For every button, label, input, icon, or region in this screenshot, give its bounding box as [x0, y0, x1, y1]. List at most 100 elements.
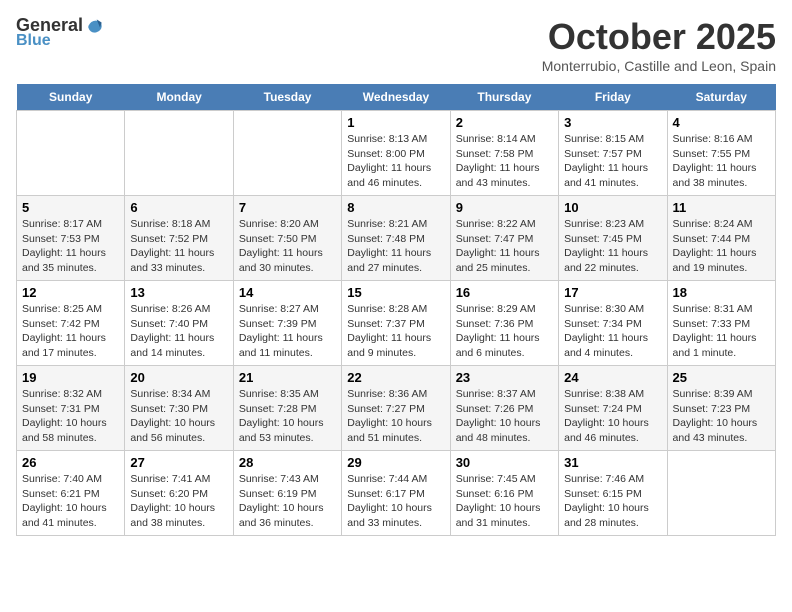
calendar-cell: 20Sunrise: 8:34 AMSunset: 7:30 PMDayligh… — [125, 366, 233, 451]
cell-info: Sunrise: 8:22 AMSunset: 7:47 PMDaylight:… — [456, 217, 553, 276]
cell-info: Sunrise: 8:30 AMSunset: 7:34 PMDaylight:… — [564, 302, 661, 361]
calendar-cell — [17, 111, 125, 196]
date-number: 8 — [347, 200, 444, 215]
cell-info: Sunrise: 8:39 AMSunset: 7:23 PMDaylight:… — [673, 387, 770, 446]
date-number: 10 — [564, 200, 661, 215]
cell-info: Sunrise: 8:21 AMSunset: 7:48 PMDaylight:… — [347, 217, 444, 276]
date-number: 18 — [673, 285, 770, 300]
calendar-cell: 28 Sunrise: 7:43 AMSunset: 6:19 PMDayligh… — [233, 451, 341, 536]
month-title: October 2025 — [542, 16, 776, 58]
cell-info: Sunrise: 8:18 AMSunset: 7:52 PMDaylight:… — [130, 217, 227, 276]
page-header: General Blue October 2025 Monterrubio, C… — [16, 16, 776, 74]
date-number: 1 — [347, 115, 444, 130]
calendar-cell: 17 Sunrise: 8:30 AMSunset: 7:34 PMDayligh… — [559, 281, 667, 366]
cell-info: Sunrise: 8:34 AMSunset: 7:30 PMDaylight:… — [130, 387, 227, 446]
week-row-4: 19Sunrise: 8:32 AMSunset: 7:31 PMDayligh… — [17, 366, 776, 451]
date-number: 7 — [239, 200, 336, 215]
weekday-sunday: Sunday — [17, 84, 125, 111]
logo: General Blue — [16, 16, 105, 50]
cell-info: Sunrise: 8:37 AMSunset: 7:26 PMDaylight:… — [456, 387, 553, 446]
calendar-cell: 8 Sunrise: 8:21 AMSunset: 7:48 PMDaylight… — [342, 196, 450, 281]
date-number: 11 — [673, 200, 770, 215]
cell-info: Sunrise: 7:44 AMSunset: 6:17 PMDaylight:… — [347, 472, 444, 531]
date-number: 4 — [673, 115, 770, 130]
calendar-cell: 26Sunrise: 7:40 AMSunset: 6:21 PMDayligh… — [17, 451, 125, 536]
cell-info: Sunrise: 7:45 AMSunset: 6:16 PMDaylight:… — [456, 472, 553, 531]
weekday-tuesday: Tuesday — [233, 84, 341, 111]
calendar-cell: 12Sunrise: 8:25 AMSunset: 7:42 PMDayligh… — [17, 281, 125, 366]
weekday-friday: Friday — [559, 84, 667, 111]
cell-info: Sunrise: 7:43 AMSunset: 6:19 PMDaylight:… — [239, 472, 336, 531]
date-number: 6 — [130, 200, 227, 215]
calendar-cell: 9 Sunrise: 8:22 AMSunset: 7:47 PMDaylight… — [450, 196, 558, 281]
date-number: 9 — [456, 200, 553, 215]
cell-info: Sunrise: 8:17 AMSunset: 7:53 PMDaylight:… — [22, 217, 119, 276]
cell-info: Sunrise: 8:20 AMSunset: 7:50 PMDaylight:… — [239, 217, 336, 276]
weekday-header-row: SundayMondayTuesdayWednesdayThursdayFrid… — [17, 84, 776, 111]
cell-info: Sunrise: 7:40 AMSunset: 6:21 PMDaylight:… — [22, 472, 119, 531]
calendar-cell: 31 Sunrise: 7:46 AMSunset: 6:15 PMDayligh… — [559, 451, 667, 536]
calendar-cell: 5 Sunrise: 8:17 AMSunset: 7:53 PMDaylight… — [17, 196, 125, 281]
calendar-cell: 23 Sunrise: 8:37 AMSunset: 7:26 PMDayligh… — [450, 366, 558, 451]
cell-info: Sunrise: 8:26 AMSunset: 7:40 PMDaylight:… — [130, 302, 227, 361]
cell-info: Sunrise: 8:28 AMSunset: 7:37 PMDaylight:… — [347, 302, 444, 361]
date-number: 27 — [130, 455, 227, 470]
date-number: 14 — [239, 285, 336, 300]
date-number: 22 — [347, 370, 444, 385]
logo-icon — [85, 16, 105, 36]
cell-info: Sunrise: 8:35 AMSunset: 7:28 PMDaylight:… — [239, 387, 336, 446]
calendar-cell: 15 Sunrise: 8:28 AMSunset: 7:37 PMDayligh… — [342, 281, 450, 366]
week-row-2: 5 Sunrise: 8:17 AMSunset: 7:53 PMDaylight… — [17, 196, 776, 281]
date-number: 24 — [564, 370, 661, 385]
week-row-1: 1Sunrise: 8:13 AMSunset: 8:00 PMDaylight… — [17, 111, 776, 196]
calendar-cell: 7 Sunrise: 8:20 AMSunset: 7:50 PMDaylight… — [233, 196, 341, 281]
calendar-cell: 18 Sunrise: 8:31 AMSunset: 7:33 PMDayligh… — [667, 281, 775, 366]
cell-info: Sunrise: 8:38 AMSunset: 7:24 PMDaylight:… — [564, 387, 661, 446]
date-number: 23 — [456, 370, 553, 385]
date-number: 25 — [673, 370, 770, 385]
cell-info: Sunrise: 8:14 AMSunset: 7:58 PMDaylight:… — [456, 132, 553, 191]
date-number: 13 — [130, 285, 227, 300]
weekday-thursday: Thursday — [450, 84, 558, 111]
week-row-3: 12Sunrise: 8:25 AMSunset: 7:42 PMDayligh… — [17, 281, 776, 366]
date-number: 28 — [239, 455, 336, 470]
calendar-cell: 19Sunrise: 8:32 AMSunset: 7:31 PMDayligh… — [17, 366, 125, 451]
calendar-cell: 1Sunrise: 8:13 AMSunset: 8:00 PMDaylight… — [342, 111, 450, 196]
cell-info: Sunrise: 8:27 AMSunset: 7:39 PMDaylight:… — [239, 302, 336, 361]
calendar-table: SundayMondayTuesdayWednesdayThursdayFrid… — [16, 84, 776, 536]
cell-info: Sunrise: 8:16 AMSunset: 7:55 PMDaylight:… — [673, 132, 770, 191]
cell-info: Sunrise: 8:23 AMSunset: 7:45 PMDaylight:… — [564, 217, 661, 276]
date-number: 2 — [456, 115, 553, 130]
date-number: 15 — [347, 285, 444, 300]
calendar-cell: 21Sunrise: 8:35 AMSunset: 7:28 PMDayligh… — [233, 366, 341, 451]
calendar-cell — [125, 111, 233, 196]
date-number: 3 — [564, 115, 661, 130]
calendar-cell: 30 Sunrise: 7:45 AMSunset: 6:16 PMDayligh… — [450, 451, 558, 536]
cell-info: Sunrise: 8:29 AMSunset: 7:36 PMDaylight:… — [456, 302, 553, 361]
calendar-cell — [667, 451, 775, 536]
date-number: 16 — [456, 285, 553, 300]
date-number: 12 — [22, 285, 119, 300]
calendar-cell: 16 Sunrise: 8:29 AMSunset: 7:36 PMDayligh… — [450, 281, 558, 366]
cell-info: Sunrise: 8:31 AMSunset: 7:33 PMDaylight:… — [673, 302, 770, 361]
date-number: 5 — [22, 200, 119, 215]
date-number: 31 — [564, 455, 661, 470]
calendar-cell: 22 Sunrise: 8:36 AMSunset: 7:27 PMDayligh… — [342, 366, 450, 451]
calendar-cell: 14 Sunrise: 8:27 AMSunset: 7:39 PMDayligh… — [233, 281, 341, 366]
cell-info: Sunrise: 7:46 AMSunset: 6:15 PMDaylight:… — [564, 472, 661, 531]
title-block: October 2025 Monterrubio, Castille and L… — [542, 16, 776, 74]
calendar-cell: 3 Sunrise: 8:15 AMSunset: 7:57 PMDaylight… — [559, 111, 667, 196]
calendar-cell: 27Sunrise: 7:41 AMSunset: 6:20 PMDayligh… — [125, 451, 233, 536]
cell-info: Sunrise: 8:15 AMSunset: 7:57 PMDaylight:… — [564, 132, 661, 191]
date-number: 30 — [456, 455, 553, 470]
weekday-saturday: Saturday — [667, 84, 775, 111]
calendar-cell: 11Sunrise: 8:24 AMSunset: 7:44 PMDayligh… — [667, 196, 775, 281]
date-number: 17 — [564, 285, 661, 300]
cell-info: Sunrise: 8:36 AMSunset: 7:27 PMDaylight:… — [347, 387, 444, 446]
calendar-cell: 13 Sunrise: 8:26 AMSunset: 7:40 PMDayligh… — [125, 281, 233, 366]
cell-info: Sunrise: 8:32 AMSunset: 7:31 PMDaylight:… — [22, 387, 119, 446]
calendar-cell: 6 Sunrise: 8:18 AMSunset: 7:52 PMDaylight… — [125, 196, 233, 281]
weekday-wednesday: Wednesday — [342, 84, 450, 111]
week-row-5: 26Sunrise: 7:40 AMSunset: 6:21 PMDayligh… — [17, 451, 776, 536]
calendar-cell: 4 Sunrise: 8:16 AMSunset: 7:55 PMDaylight… — [667, 111, 775, 196]
